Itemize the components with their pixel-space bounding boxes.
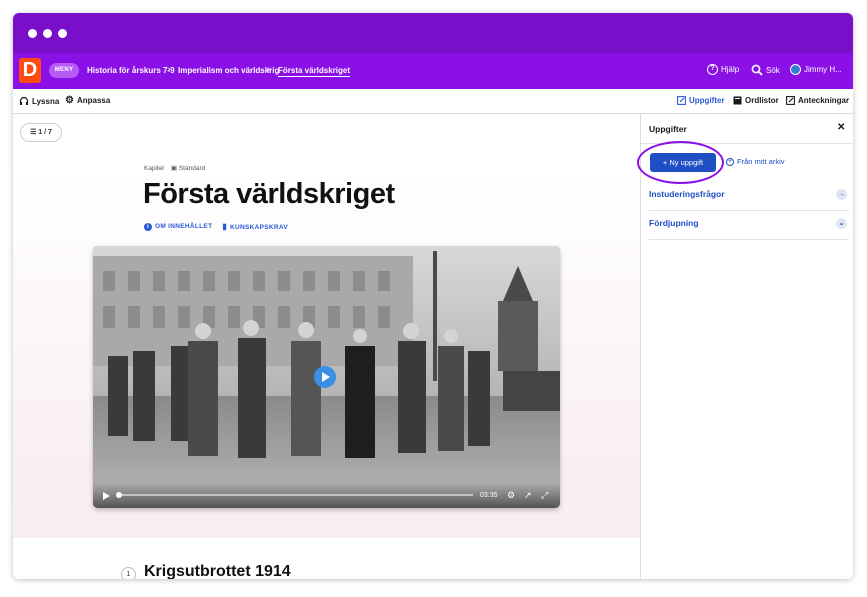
- video-duration: 03:35: [480, 492, 498, 499]
- chevron-down-icon: ⌄: [836, 218, 847, 229]
- close-icon[interactable]: ✕: [837, 122, 845, 133]
- tab-wordlists[interactable]: Ordlistor: [733, 96, 779, 105]
- meta-type: Kapitel: [144, 164, 164, 172]
- avatar: [790, 64, 801, 75]
- top-navbar: D MENY Historia för årskurs 7-9 › Imperi…: [13, 53, 853, 89]
- video-play-button[interactable]: [314, 366, 336, 388]
- gear-icon[interactable]: ⚙: [507, 491, 515, 500]
- sidebar-item-study-questions[interactable]: Instuderingsfrågor →: [649, 189, 849, 200]
- user-menu[interactable]: Jimmy H...: [790, 64, 842, 75]
- tab-wordlists-label: Ordlistor: [745, 96, 779, 105]
- bar-chart-icon: ▮: [222, 222, 228, 231]
- fullscreen-icon[interactable]: ⤢: [541, 491, 548, 500]
- listen-button[interactable]: Lyssna: [19, 96, 59, 106]
- arrow-right-icon: →: [836, 189, 847, 200]
- question-icon: ?: [707, 64, 718, 75]
- from-archive-button[interactable]: + Från mitt arkiv: [726, 157, 785, 166]
- divider: [649, 239, 849, 240]
- section-number: 1: [121, 567, 136, 579]
- search-icon: [751, 64, 763, 76]
- external-link-icon[interactable]: ↗: [524, 491, 532, 500]
- pager-label: 1 / 7: [38, 129, 52, 136]
- gear-icon: ⚙: [65, 94, 74, 106]
- window-dot-minimize[interactable]: [43, 29, 52, 38]
- page-navigator[interactable]: ☰ 1 / 7: [20, 123, 62, 142]
- video-player[interactable]: 03:35 ⚙ ↗ ⤢: [93, 246, 560, 508]
- info-icon: i: [144, 222, 152, 231]
- note-edit-icon: [786, 96, 795, 105]
- adjust-button[interactable]: ⚙ Anpassa: [65, 94, 111, 106]
- menu-button[interactable]: MENY: [49, 63, 79, 78]
- play-icon[interactable]: [103, 492, 110, 500]
- chapter-meta: Kapitel ▣ Standard: [144, 164, 205, 173]
- sliders-icon: ☰: [30, 129, 37, 136]
- browser-window: D MENY Historia för årskurs 7-9 › Imperi…: [13, 13, 853, 579]
- search-label: Sök: [766, 65, 780, 75]
- tasks-sidebar: Uppgifter ✕ + Ny uppgift + Från mitt ark…: [637, 114, 853, 579]
- requirements-label: KUNSKAPSKRAV: [230, 224, 289, 231]
- new-task-button[interactable]: + Ny uppgift: [650, 153, 716, 172]
- task-edit-icon: [677, 96, 686, 105]
- section-area: 1 Krigsutbrottet 1914: [13, 538, 640, 579]
- breadcrumb-current[interactable]: Första världskriget: [278, 66, 351, 77]
- listen-label: Lyssna: [32, 96, 60, 106]
- adjust-label: Anpassa: [76, 96, 111, 105]
- brand-logo[interactable]: D: [19, 58, 41, 83]
- tab-tasks-label: Uppgifter: [689, 96, 725, 105]
- search-button[interactable]: Sök: [751, 64, 780, 76]
- headphones-icon: [19, 96, 29, 105]
- window-dot-maximize[interactable]: [58, 29, 67, 38]
- layers-icon: ▣: [170, 165, 178, 172]
- breadcrumb-subject[interactable]: Historia för årskurs 7-9: [87, 66, 175, 75]
- book-icon: [733, 96, 742, 105]
- requirements-link[interactable]: ▮ KUNSKAPSKRAV: [222, 222, 288, 231]
- chapter-links: i OM INNEHÅLLET ▮ KUNSKAPSKRAV: [144, 222, 288, 231]
- tab-tasks[interactable]: Uppgifter: [677, 96, 725, 105]
- about-label: OM INNEHÅLLET: [155, 222, 213, 230]
- meta-level-wrap[interactable]: ▣ Standard: [171, 164, 205, 172]
- sidebar-item-label: Fördjupning: [649, 218, 699, 228]
- plus-circle-icon: +: [726, 157, 734, 166]
- meta-level: Standard: [178, 165, 206, 172]
- help-label: Hjälp: [721, 65, 740, 74]
- tab-notes[interactable]: Anteckningar: [786, 96, 849, 105]
- window-dot-close[interactable]: [28, 29, 37, 38]
- section-title: Krigsutbrottet 1914: [144, 563, 291, 579]
- tab-notes-label: Anteckningar: [798, 96, 850, 105]
- chevron-right-icon: ›: [267, 64, 271, 75]
- page-title: Första världskriget: [143, 178, 395, 210]
- video-progress-bar[interactable]: [118, 494, 473, 496]
- about-link[interactable]: i OM INNEHÅLLET: [144, 222, 213, 231]
- video-controls: 03:35 ⚙ ↗ ⤢: [93, 482, 560, 508]
- main-content: ☰ 1 / 7 Kapitel ▣ Standard Första världs…: [13, 114, 640, 579]
- sidebar-title: Uppgifter: [649, 124, 687, 134]
- sidebar-item-label: Instuderingsfrågor: [649, 189, 725, 199]
- help-button[interactable]: ? Hjälp: [707, 64, 739, 75]
- chevron-right-icon: ›: [167, 64, 171, 75]
- video-progress-handle[interactable]: [116, 492, 122, 498]
- divider: [649, 210, 849, 211]
- sidebar-item-deepening[interactable]: Fördjupning ⌄: [649, 218, 849, 229]
- from-archive-label: Från mitt arkiv: [737, 157, 785, 166]
- window-titlebar: [13, 13, 853, 53]
- new-task-label: Ny uppgift: [669, 158, 704, 167]
- content-toolbar: Lyssna ⚙ Anpassa Uppgifter Ordlistor Ant…: [13, 89, 853, 114]
- user-name: Jimmy H...: [804, 65, 842, 74]
- breadcrumb-area[interactable]: Imperialism och världskrig: [178, 66, 279, 75]
